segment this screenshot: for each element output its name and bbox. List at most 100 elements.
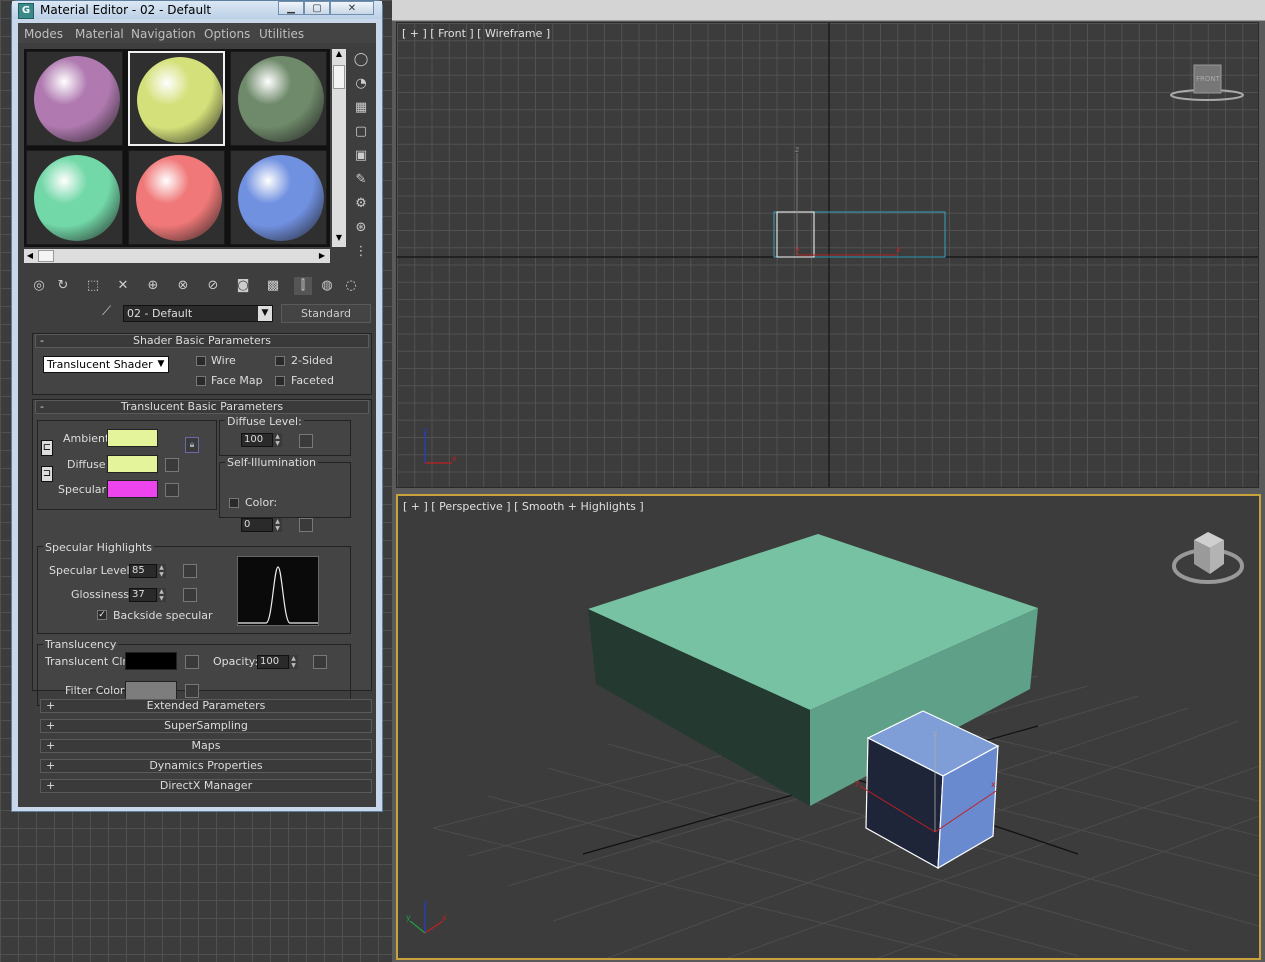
close-button[interactable]: ✕ (330, 1, 374, 15)
make-unique-icon[interactable]: ⊗ (174, 277, 192, 295)
sample-slot-6[interactable] (230, 150, 327, 245)
translucent-clr-swatch[interactable] (125, 652, 177, 670)
scroll-down-icon[interactable]: ▼ (333, 233, 345, 247)
select-by-material-icon[interactable]: ⊛ (352, 219, 370, 237)
viewcube[interactable]: FRONT (1169, 63, 1245, 103)
spinner-arrows-icon[interactable]: ▲ ▼ (157, 588, 166, 602)
glossiness-spinner[interactable]: 37 ▲ ▼ (129, 588, 166, 602)
get-material-icon[interactable]: ◎ (30, 277, 48, 295)
diffuse-swatch[interactable] (107, 455, 158, 473)
ambient-swatch[interactable] (107, 429, 158, 447)
specular-swatch[interactable] (107, 480, 158, 498)
title-bar[interactable]: G Material Editor - 02 - Default ▁ ▢ ✕ (12, 1, 382, 19)
wire-checkbox[interactable] (196, 356, 206, 366)
copy-material-icon[interactable]: ⊕ (144, 277, 162, 295)
slots-horizontal-scrollbar[interactable]: ◀ ▶ (24, 249, 330, 263)
material-editor-window[interactable]: G Material Editor - 02 - Default ▁ ▢ ✕ M… (11, 0, 383, 812)
svg-text:z: z (423, 899, 427, 908)
window-title: Material Editor - 02 - Default (40, 3, 212, 17)
self-illum-map-button[interactable] (299, 518, 313, 532)
material-id-channel-icon[interactable]: ◙ (234, 277, 252, 295)
menu-options[interactable]: Options (204, 27, 250, 41)
go-to-parent-icon[interactable]: ◍ (318, 277, 336, 295)
sample-slot-3[interactable] (230, 51, 327, 146)
make-preview-icon[interactable]: ✎ (352, 171, 370, 189)
viewcube-perspective[interactable] (1172, 526, 1244, 588)
translucent-clr-map-button[interactable] (185, 655, 199, 669)
lock-diffuse-specular-button[interactable]: ⊐ (41, 466, 53, 482)
sample-slot-1[interactable] (26, 51, 123, 146)
backside-specular-checkbox[interactable]: ✓ (97, 610, 107, 620)
scroll-up-icon[interactable]: ▲ (333, 49, 345, 63)
filter-color-swatch[interactable] (125, 681, 177, 700)
sample-uv-tiling-icon[interactable]: ▢ (352, 123, 370, 141)
perspective-viewport-label[interactable]: [ + ] [ Perspective ] [ Smooth + Highlig… (403, 500, 644, 513)
material-type-button[interactable]: Standard (281, 304, 371, 323)
lock-ambient-diffuse-button[interactable]: ⊏ (41, 440, 53, 456)
spinner-arrows-icon[interactable]: ▲ ▼ (273, 433, 282, 447)
scroll-right-icon[interactable]: ▶ (316, 249, 328, 263)
two-sided-checkbox[interactable] (275, 356, 285, 366)
scroll-left-icon[interactable]: ◀ (24, 249, 36, 263)
backlight-icon[interactable]: ◔ (352, 75, 370, 93)
front-viewport-label[interactable]: [ + ] [ Front ] [ Wireframe ] (402, 27, 550, 40)
svg-text:y: y (855, 778, 860, 787)
viewcube-face-label: FRONT (1196, 75, 1220, 83)
rollout-dynamics-properties[interactable]: + Dynamics Properties (40, 759, 372, 773)
menu-modes[interactable]: Modes (24, 27, 63, 41)
rollout-extended-parameters[interactable]: + Extended Parameters (40, 699, 372, 713)
diffuse-level-map-button[interactable] (299, 434, 313, 448)
specular-level-map-button[interactable] (183, 564, 197, 578)
specular-level-spinner[interactable]: 85 ▲ ▼ (129, 564, 166, 578)
spinner-arrows-icon[interactable]: ▲ ▼ (289, 655, 298, 669)
rollout-supersampling[interactable]: + SuperSampling (40, 719, 372, 733)
put-to-library-icon[interactable]: ⊘ (204, 277, 222, 295)
faceted-checkbox[interactable] (275, 376, 285, 386)
glossiness-map-button[interactable] (183, 588, 197, 602)
self-illum-color-checkbox[interactable] (229, 498, 239, 508)
assign-to-selection-icon[interactable]: ⬚ (84, 277, 102, 295)
sample-slot-2[interactable] (128, 51, 225, 146)
eyedropper-icon[interactable]: ⟋ (102, 304, 118, 322)
sample-slot-4[interactable] (26, 150, 123, 245)
opacity-spinner[interactable]: 100 ▲ ▼ (257, 655, 298, 669)
sample-type-sphere-icon[interactable]: ◯ (352, 51, 370, 69)
menu-utilities[interactable]: Utilities (259, 27, 304, 41)
go-forward-sibling-icon[interactable]: ◌ (342, 277, 360, 295)
show-map-icon[interactable]: ▩ (264, 277, 282, 295)
rollout-maps[interactable]: + Maps (40, 739, 372, 753)
reset-map-icon[interactable]: ✕ (114, 277, 132, 295)
specular-map-button[interactable] (165, 483, 179, 497)
lock-icon[interactable]: 🔒︎ (185, 437, 199, 453)
background-checker-icon[interactable]: ▦ (352, 99, 370, 117)
perspective-viewport[interactable]: z y x z x y [ + ] [ Perspective ] [ Smoo… (396, 494, 1261, 960)
rollout-directx-manager[interactable]: + DirectX Manager (40, 779, 372, 793)
shader-type-dropdown[interactable]: Translucent Shader ▼ (43, 356, 169, 373)
minimize-button[interactable]: ▁ (278, 1, 304, 15)
scroll-thumb[interactable] (333, 65, 345, 89)
material-name-field[interactable]: 02 - Default ▼ (123, 305, 273, 322)
material-map-navigator-icon[interactable]: ⋮ (352, 243, 370, 261)
options-icon[interactable]: ⚙ (352, 195, 370, 213)
front-viewport[interactable]: z y x z x [ + ] [ Front ] [ Wireframe ] … (396, 22, 1259, 488)
menu-material[interactable]: Material (75, 27, 124, 41)
show-end-result-icon[interactable]: ⫿ (294, 277, 312, 295)
filter-color-map-button[interactable] (185, 684, 199, 698)
diffuse-map-button[interactable] (165, 458, 179, 472)
menu-navigation[interactable]: Navigation (131, 27, 196, 41)
sample-slot-5[interactable] (128, 150, 225, 245)
face-map-checkbox[interactable] (196, 376, 206, 386)
put-to-scene-icon[interactable]: ↻ (54, 277, 72, 295)
hscroll-thumb[interactable] (38, 250, 54, 262)
video-color-check-icon[interactable]: ▣ (352, 147, 370, 165)
spinner-arrows-icon[interactable]: ▲ ▼ (273, 518, 282, 532)
translucent-basic-header[interactable]: - Translucent Basic Parameters (35, 400, 369, 414)
chevron-down-icon[interactable]: ▼ (258, 306, 272, 321)
maximize-button[interactable]: ▢ (304, 1, 330, 15)
diffuse-level-spinner[interactable]: 100 ▲ ▼ (241, 433, 282, 447)
spinner-arrows-icon[interactable]: ▲ ▼ (157, 564, 166, 578)
slots-vertical-scrollbar[interactable]: ▲ ▼ (332, 49, 346, 247)
opacity-map-button[interactable] (313, 655, 327, 669)
shader-basic-header[interactable]: - Shader Basic Parameters (35, 334, 369, 348)
self-illum-spinner[interactable]: 0 ▲ ▼ (241, 518, 282, 532)
